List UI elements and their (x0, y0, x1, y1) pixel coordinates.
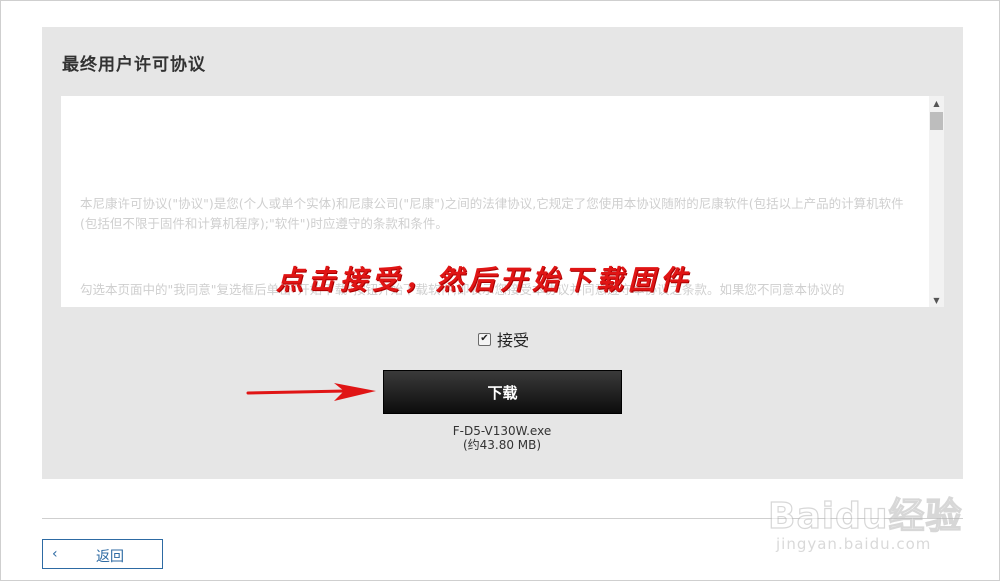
chevron-left-icon: ‹ (52, 546, 58, 562)
instruction-annotation: 点击接受，然后开始下载固件 (276, 265, 692, 296)
watermark-url: jingyan.baidu.com (776, 535, 932, 553)
back-label: 返回 (96, 549, 124, 565)
checkmark-icon: ✔ (480, 333, 489, 344)
file-name: F-D5-V130W.exe (452, 424, 552, 438)
baidu-watermark: Baidu经验 jingyan.baidu.com (767, 487, 968, 567)
eula-paragraph-1: 本尼康许可协议("协议")是您(个人或单个实体)和尼康公司("尼康")之间的法律… (80, 196, 904, 231)
back-button[interactable]: ‹ 返回 (42, 539, 163, 569)
watermark-brand: Baidu经验 (767, 495, 963, 537)
scroll-up-arrow-icon[interactable]: ▲ (929, 96, 944, 110)
accept-row[interactable]: ✔ 接受 (478, 327, 529, 351)
page-title: 最终用户许可协议 (62, 55, 206, 75)
accept-checkbox[interactable]: ✔ (478, 332, 491, 346)
accept-label[interactable]: 接受 (497, 327, 529, 351)
file-size: (约43.80 MB) (462, 438, 542, 452)
scroll-thumb[interactable] (930, 112, 943, 130)
download-button[interactable]: 下载 (383, 370, 622, 414)
eula-scrollbar[interactable]: ▲ ▼ (929, 96, 944, 307)
red-arrow-icon (246, 383, 376, 401)
scroll-down-arrow-icon[interactable]: ▼ (929, 293, 944, 307)
